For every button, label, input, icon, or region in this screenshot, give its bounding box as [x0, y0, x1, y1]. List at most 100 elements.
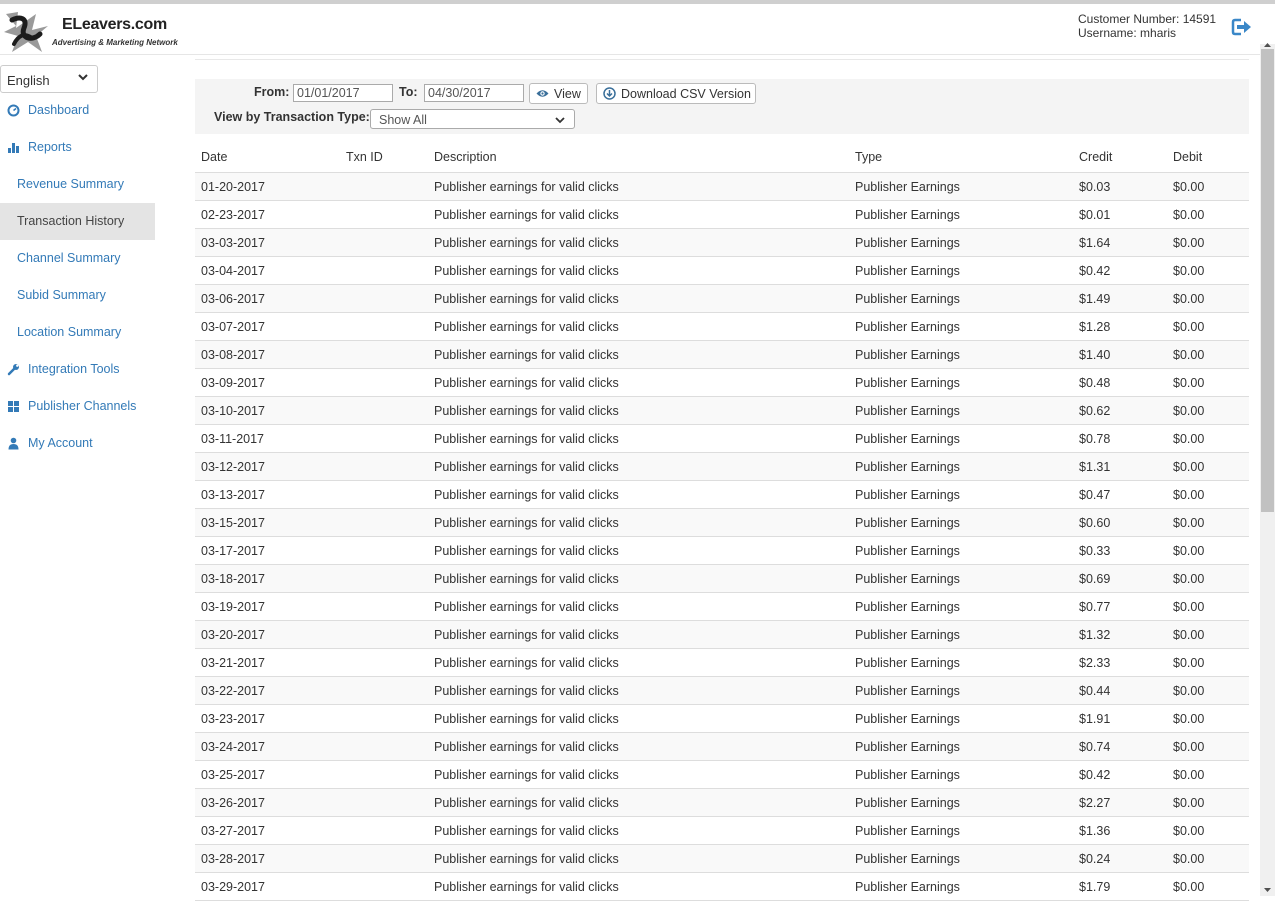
sidebar-item-dashboard[interactable]: Dashboard	[0, 92, 155, 129]
cell-description: Publisher earnings for valid clicks	[434, 768, 619, 782]
sidebar-item-revenue-summary[interactable]: Revenue Summary	[0, 166, 155, 203]
table-row: 03-08-2017 Publisher earnings for valid c…	[195, 341, 1249, 369]
cell-debit: $0.00	[1173, 516, 1205, 530]
table-header: Date Txn ID Description Type Credit Debi…	[195, 142, 1249, 173]
header-type[interactable]: Type	[855, 150, 882, 164]
cell-debit: $0.00	[1173, 180, 1205, 194]
sidebar-item-label: My Account	[28, 436, 93, 450]
download-csv-button[interactable]: Download CSV Version	[596, 83, 756, 104]
sidebar-item-subid-summary[interactable]: Subid Summary	[0, 277, 155, 314]
cell-credit: $1.28	[1079, 320, 1111, 334]
table-row: 03-09-2017 Publisher earnings for valid c…	[195, 369, 1249, 397]
cell-description: Publisher earnings for valid clicks	[434, 628, 619, 642]
cell-date: 03-09-2017	[201, 376, 265, 390]
cell-debit: $0.00	[1173, 824, 1205, 838]
table-row: 03-04-2017 Publisher earnings for valid c…	[195, 257, 1249, 285]
username: Username: mharis	[1078, 26, 1177, 40]
cell-debit: $0.00	[1173, 684, 1205, 698]
cell-date: 03-27-2017	[201, 824, 265, 838]
sidebar-item-label: Revenue Summary	[17, 177, 124, 191]
cell-credit: $1.91	[1079, 712, 1111, 726]
to-date-input[interactable]: 04/30/2017	[424, 84, 524, 102]
sidebar-item-location-summary[interactable]: Location Summary	[0, 314, 155, 351]
sidebar-item-integration-tools[interactable]: Integration Tools	[0, 351, 155, 388]
cell-type: Publisher Earnings	[855, 292, 960, 306]
cell-description: Publisher earnings for valid clicks	[434, 600, 619, 614]
cell-description: Publisher earnings for valid clicks	[434, 292, 619, 306]
sidebar-item-publisher-channels[interactable]: Publisher Channels	[0, 388, 155, 425]
logout-icon[interactable]	[1230, 16, 1252, 38]
cell-credit: $0.44	[1079, 684, 1111, 698]
cell-type: Publisher Earnings	[855, 180, 960, 194]
table-row: 03-18-2017 Publisher earnings for valid c…	[195, 565, 1249, 593]
cell-type: Publisher Earnings	[855, 684, 960, 698]
cell-type: Publisher Earnings	[855, 628, 960, 642]
scroll-up-arrow-icon[interactable]	[1260, 40, 1275, 49]
cell-date: 03-25-2017	[201, 768, 265, 782]
cell-debit: $0.00	[1173, 404, 1205, 418]
cell-credit: $0.24	[1079, 852, 1111, 866]
cell-description: Publisher earnings for valid clicks	[434, 320, 619, 334]
header-credit[interactable]: Credit	[1079, 150, 1112, 164]
cell-credit: $0.47	[1079, 488, 1111, 502]
cell-description: Publisher earnings for valid clicks	[434, 712, 619, 726]
header-date[interactable]: Date	[201, 150, 227, 164]
cell-debit: $0.00	[1173, 768, 1205, 782]
sidebar-item-reports[interactable]: Reports	[0, 129, 155, 166]
scrollbar-thumb[interactable]	[1261, 49, 1274, 512]
table-row: 03-21-2017 Publisher earnings for valid c…	[195, 649, 1249, 677]
transaction-type-select[interactable]: Show All	[370, 109, 575, 129]
cell-debit: $0.00	[1173, 740, 1205, 754]
cell-type: Publisher Earnings	[855, 544, 960, 558]
cell-debit: $0.00	[1173, 488, 1205, 502]
transaction-table: Date Txn ID Description Type Credit Debi…	[195, 142, 1249, 901]
cell-debit: $0.00	[1173, 572, 1205, 586]
wrench-icon	[7, 364, 19, 376]
eye-icon	[536, 90, 549, 97]
cell-date: 03-17-2017	[201, 544, 265, 558]
cell-type: Publisher Earnings	[855, 348, 960, 362]
header-txn-id[interactable]: Txn ID	[346, 150, 383, 164]
cell-date: 03-28-2017	[201, 852, 265, 866]
table-row: 03-29-2017 Publisher earnings for valid c…	[195, 873, 1249, 901]
table-row: 03-07-2017 Publisher earnings for valid c…	[195, 313, 1249, 341]
cell-date: 03-18-2017	[201, 572, 265, 586]
cell-date: 03-04-2017	[201, 264, 265, 278]
cell-type: Publisher Earnings	[855, 768, 960, 782]
from-date-input[interactable]: 01/01/2017	[293, 84, 393, 102]
cell-description: Publisher earnings for valid clicks	[434, 824, 619, 838]
sidebar-item-transaction-history[interactable]: Transaction History	[0, 203, 155, 240]
cell-credit: $0.01	[1079, 208, 1111, 222]
header-description[interactable]: Description	[434, 150, 497, 164]
cell-date: 03-24-2017	[201, 740, 265, 754]
cell-date: 03-20-2017	[201, 628, 265, 642]
sidebar: English Dashboard Reports Revenue Summar…	[0, 55, 155, 896]
cell-type: Publisher Earnings	[855, 320, 960, 334]
scroll-down-arrow-icon[interactable]	[1260, 884, 1275, 896]
cell-credit: $1.36	[1079, 824, 1111, 838]
language-value: English	[7, 73, 50, 88]
site-logo[interactable]: ELeavers.com Advertising & Marketing Net…	[2, 8, 182, 56]
sidebar-item-channel-summary[interactable]: Channel Summary	[0, 240, 155, 277]
cell-date: 03-13-2017	[201, 488, 265, 502]
cell-debit: $0.00	[1173, 376, 1205, 390]
cell-debit: $0.00	[1173, 264, 1205, 278]
cell-description: Publisher earnings for valid clicks	[434, 656, 619, 670]
header-debit[interactable]: Debit	[1173, 150, 1202, 164]
language-select[interactable]: English	[0, 65, 98, 93]
cell-type: Publisher Earnings	[855, 572, 960, 586]
cell-description: Publisher earnings for valid clicks	[434, 432, 619, 446]
sidebar-item-my-account[interactable]: My Account	[0, 425, 155, 462]
dashboard-icon	[7, 104, 20, 117]
cell-description: Publisher earnings for valid clicks	[434, 404, 619, 418]
cell-debit: $0.00	[1173, 236, 1205, 250]
cell-credit: $0.69	[1079, 572, 1111, 586]
view-button[interactable]: View	[529, 83, 588, 104]
table-row: 03-11-2017 Publisher earnings for valid c…	[195, 425, 1249, 453]
cell-credit: $0.74	[1079, 740, 1111, 754]
sidebar-item-label: Location Summary	[17, 325, 122, 339]
cell-type: Publisher Earnings	[855, 880, 960, 894]
main-content: From: 01/01/2017 To: 04/30/2017 View Dow…	[195, 55, 1250, 901]
cell-description: Publisher earnings for valid clicks	[434, 208, 619, 222]
cell-description: Publisher earnings for valid clicks	[434, 516, 619, 530]
